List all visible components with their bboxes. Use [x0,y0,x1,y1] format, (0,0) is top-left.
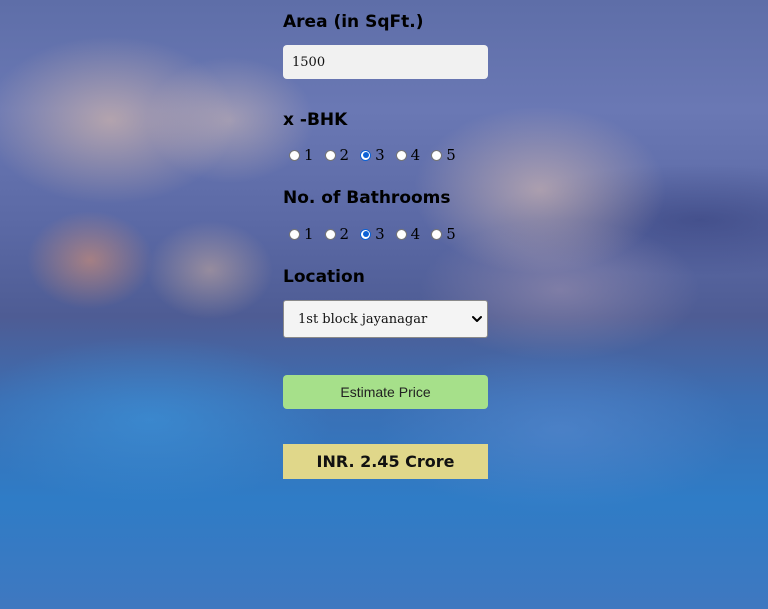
page-background: { "area": { "label": "Area (in SqFt.)", … [0,0,768,609]
bathrooms-radio-2[interactable] [324,228,336,240]
bhk-option-label: 3 [375,146,385,164]
estimated-price-result: INR. 2.45 Crore [283,444,488,479]
bathrooms-radio-1[interactable] [289,228,300,240]
chevron-down-icon [472,316,482,322]
location-label: Location [283,267,365,287]
bathrooms-option-label: 2 [339,225,350,243]
bhk-option-label: 5 [446,146,456,164]
bathrooms-option-label: 5 [446,225,456,243]
bathrooms-radio-4[interactable] [395,228,407,240]
area-input[interactable] [283,45,488,79]
bathrooms-option-label: 3 [375,225,385,243]
location-select[interactable]: 1st block jayanagar [283,300,488,338]
bathrooms-radio-group: 1 2 3 4 5 [283,225,461,243]
bathrooms-option-label: 1 [304,225,314,243]
estimate-price-button[interactable]: Estimate Price [283,375,488,409]
location-selected-value: 1st block jayanagar [298,311,428,327]
bhk-radio-1[interactable] [289,149,300,161]
bhk-option-label: 4 [410,146,421,164]
bhk-radio-5[interactable] [431,149,443,161]
bathrooms-radio-3[interactable] [360,228,372,240]
bathrooms-radio-5[interactable] [431,228,443,240]
bhk-label: x -BHK [283,110,348,130]
bhk-option-label: 2 [339,146,350,164]
bhk-radio-4[interactable] [395,149,407,161]
bathrooms-label: No. of Bathrooms [283,188,451,208]
bhk-option-label: 1 [304,146,314,164]
bhk-radio-3[interactable] [360,149,372,161]
bhk-radio-2[interactable] [324,149,336,161]
bathrooms-option-label: 4 [410,225,421,243]
area-label: Area (in SqFt.) [283,12,424,32]
bhk-radio-group: 1 2 3 4 5 [283,146,461,164]
